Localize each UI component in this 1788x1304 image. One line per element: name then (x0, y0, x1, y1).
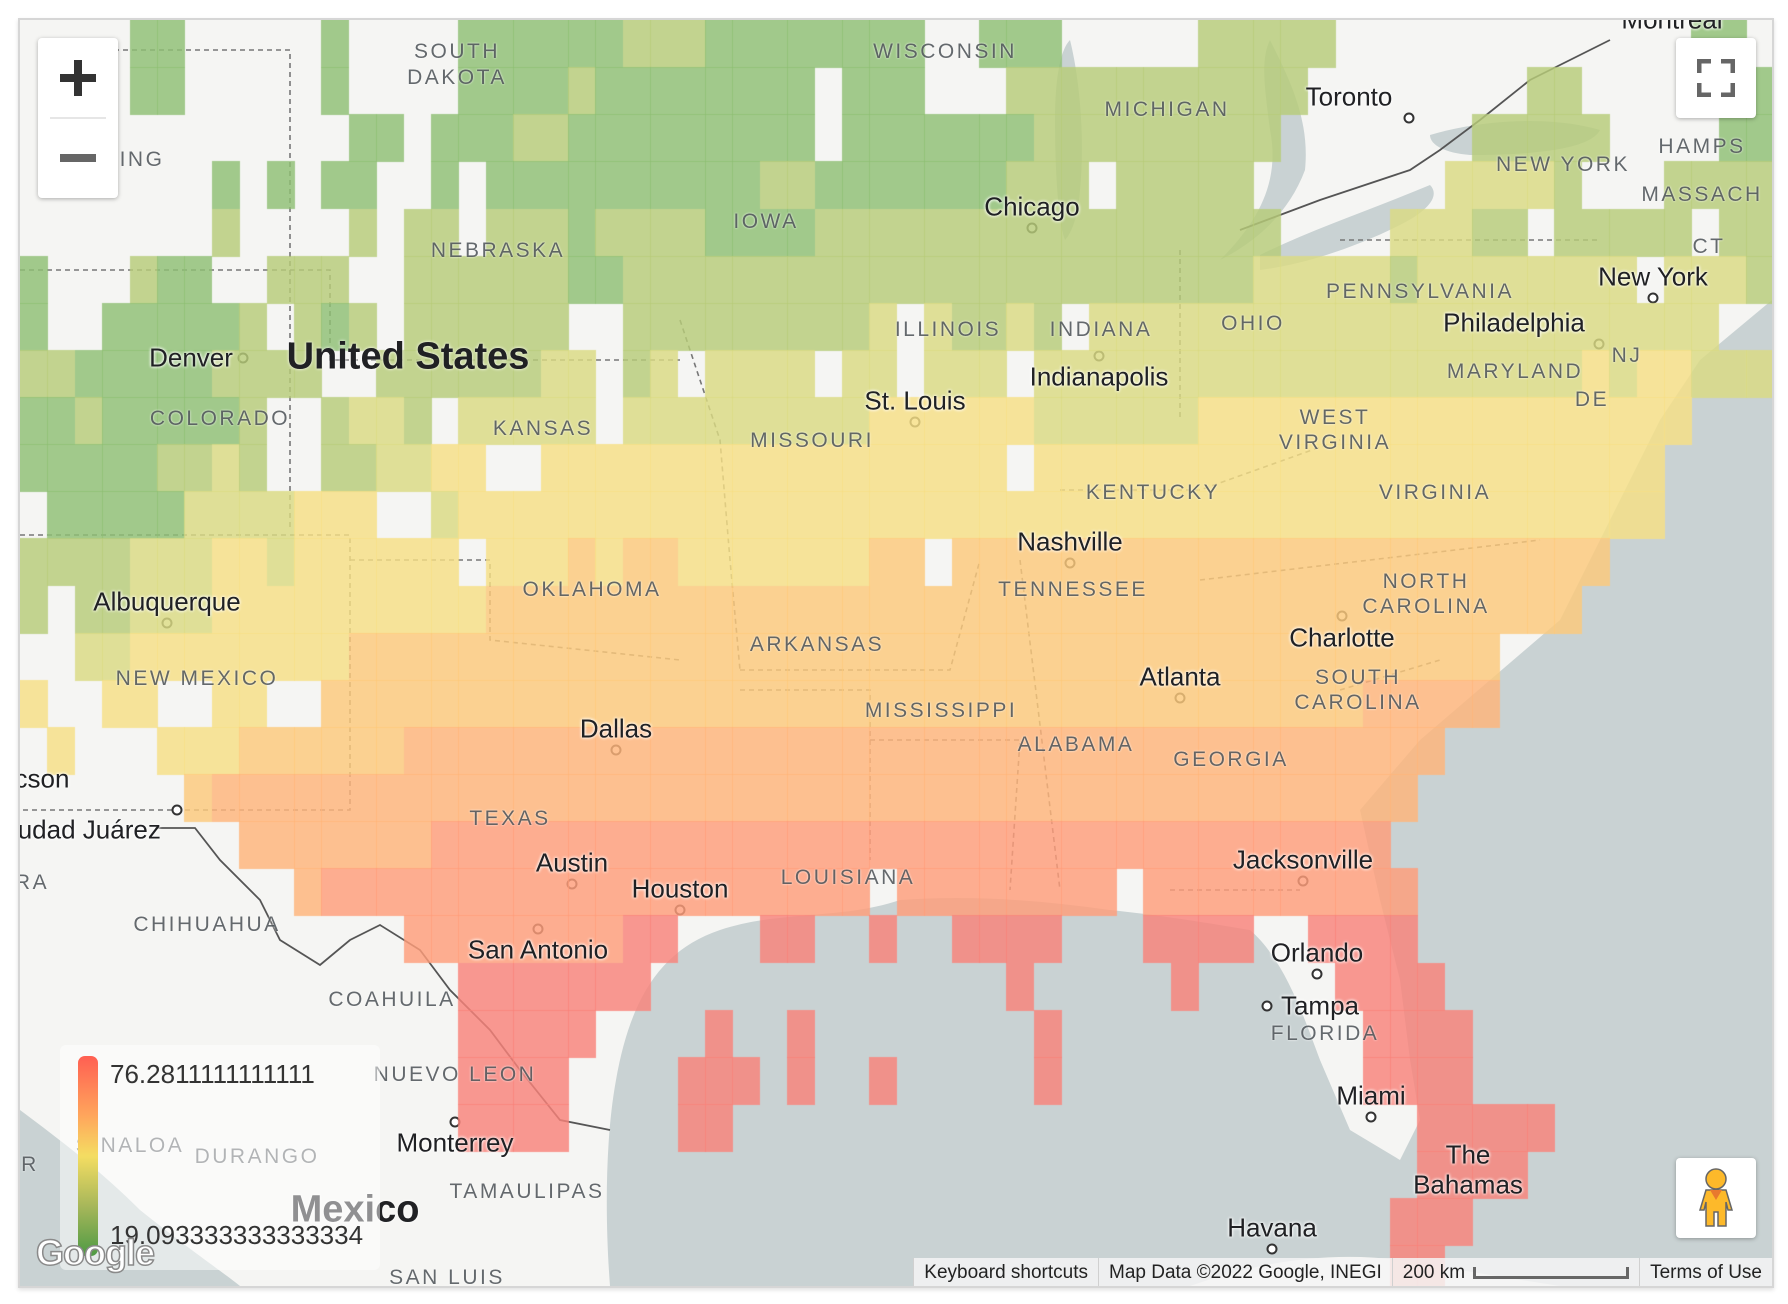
map-footer: Keyboard shortcuts Map Data ©2022 Google… (913, 1258, 1772, 1286)
scale-label: 200 km (1402, 1262, 1466, 1283)
scale-bar (1473, 1266, 1630, 1279)
state-label: NEBRASKA (430, 239, 566, 262)
city-label: Jacksonville (1232, 844, 1374, 875)
state-label: MASSACH (1641, 183, 1763, 206)
city-label: cson (18, 763, 70, 794)
state-label: OKLAHOMA (522, 578, 662, 601)
city-label: Ciudad Juárez (18, 814, 161, 845)
scale-control[interactable]: 200 km (1391, 1258, 1640, 1286)
state-label: SOUTH (1315, 666, 1401, 689)
state-label: COLORADO (149, 407, 291, 430)
city-label: Havana (1227, 1212, 1317, 1243)
city-label: Orlando (1270, 937, 1364, 968)
map-container[interactable]: SOUTH DAKOTA MING WISCONSIN MICHIGAN IOWA NEBR… (18, 18, 1774, 1288)
plus-icon (60, 60, 96, 96)
state-label: TEXAS (469, 807, 551, 830)
state-label: NUEVO LEON (373, 1063, 537, 1086)
state-label: MISSOURI (750, 429, 874, 452)
state-label: ARKANSAS (749, 633, 885, 656)
state-label: PENNSYLVANIA (1326, 280, 1514, 303)
state-label: VIRGINIA (1378, 481, 1492, 504)
state-label: GEORGIA (1173, 748, 1289, 771)
city-label: Monterrey (396, 1127, 514, 1158)
keyboard-shortcuts-link[interactable]: Keyboard shortcuts (913, 1258, 1098, 1286)
city-label: Denver (149, 342, 233, 373)
terms-of-use-link[interactable]: Terms of Use (1639, 1258, 1772, 1286)
city-label: Tampa (1280, 990, 1360, 1021)
google-logo[interactable]: Google (35, 1231, 156, 1274)
state-label: NEW YORK (1496, 153, 1630, 176)
state-label: MICHIGAN (1104, 98, 1230, 121)
state-label: NEW MEXICO (115, 667, 279, 690)
city-label: Miami (1336, 1080, 1406, 1111)
state-label: KANSAS (492, 417, 594, 440)
city-label: New York (1598, 261, 1708, 292)
state-label: INDIANA (1049, 318, 1153, 341)
city-label: Atlanta (1139, 661, 1221, 692)
state-label: KENTUCKY (1085, 481, 1221, 504)
state-label: VIRGINIA (1278, 431, 1392, 454)
fullscreen-icon (1697, 59, 1735, 97)
city-label: Philadelphia (1443, 307, 1585, 338)
city-label: Dallas (579, 713, 653, 744)
city-label: Austin (535, 847, 609, 878)
fullscreen-button[interactable] (1676, 38, 1756, 118)
state-label: CHIHUAHUA (133, 913, 281, 936)
city-label: Toronto (1305, 81, 1393, 112)
legend-max-label: 76.2811111111111 (110, 1059, 315, 1089)
city-label: Bahamas (1413, 1169, 1523, 1200)
country-label: United States (286, 335, 530, 378)
city-label: St. Louis (864, 385, 966, 416)
city-label: Houston (631, 873, 729, 904)
street-view-button[interactable] (1676, 1158, 1756, 1238)
state-label: SOUTH (414, 40, 500, 63)
map-data-attribution: Map Data ©2022 Google, INEGI (1098, 1258, 1392, 1286)
city-label: San Antonio (467, 934, 609, 965)
city-label: Albuquerque (93, 586, 241, 617)
state-label: MARYLAND (1446, 360, 1584, 383)
state-label: WEST (1299, 406, 1371, 429)
state-label: TENNESSEE (998, 578, 1148, 601)
state-label: DE (1574, 388, 1610, 411)
state-label: NJ (1611, 344, 1643, 367)
state-label: DAKOTA (407, 66, 507, 89)
city-label: Indianapolis (1029, 361, 1169, 392)
zoom-control (38, 38, 118, 198)
state-label: HAMPS (1658, 135, 1746, 158)
state-label: CAROLINA (1362, 595, 1490, 618)
state-label: RA (18, 871, 50, 894)
zoom-in-button[interactable] (38, 38, 118, 118)
state-label: OHIO (1221, 312, 1285, 335)
minus-icon (60, 154, 96, 162)
pegman-icon (1698, 1168, 1734, 1227)
legend-gradient-bar (78, 1056, 98, 1256)
state-label: NORTH (1382, 570, 1470, 593)
city-label: Chicago (984, 191, 1080, 222)
state-label: ALABAMA (1017, 733, 1135, 756)
state-label: R (21, 1153, 39, 1176)
state-label: SAN LUIS (389, 1266, 505, 1288)
city-label: Montreal (1621, 18, 1723, 35)
state-label: CT (1692, 235, 1726, 258)
city-label: Nashville (1017, 526, 1123, 557)
state-label: TAMAULIPAS (449, 1180, 605, 1203)
state-label: FLORIDA (1270, 1022, 1380, 1045)
state-label: COAHUILA (328, 988, 456, 1011)
state-label: IOWA (733, 210, 799, 233)
state-label: WISCONSIN (873, 40, 1017, 63)
state-label: ILLINOIS (894, 318, 1002, 341)
zoom-out-button[interactable] (38, 118, 118, 198)
state-label: MISSISSIPPI (864, 699, 1018, 722)
city-label: Charlotte (1289, 622, 1395, 653)
state-label: CAROLINA (1294, 691, 1422, 714)
city-label: The (1445, 1139, 1491, 1170)
state-label: LOUISIANA (780, 866, 916, 889)
